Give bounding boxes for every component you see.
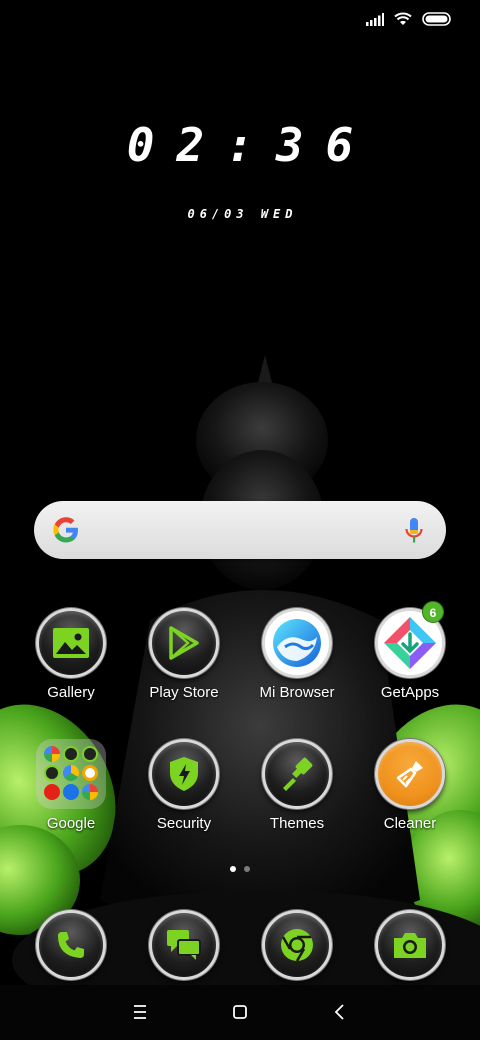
microphone-icon[interactable] xyxy=(404,517,424,545)
page-dot xyxy=(244,866,250,872)
wifi-icon xyxy=(394,12,412,25)
meet-icon xyxy=(63,784,79,800)
app-label: GetApps xyxy=(380,684,440,701)
camera-icon xyxy=(375,910,445,980)
app-play-store[interactable]: Play Store xyxy=(129,608,239,701)
app-label: Google xyxy=(46,815,96,832)
app-cleaner[interactable]: Cleaner xyxy=(355,739,465,832)
getapps-icon: 6 xyxy=(375,601,445,678)
gallery-icon xyxy=(36,608,106,678)
app-label: Themes xyxy=(269,815,325,832)
app-mi-browser[interactable]: Mi Browser xyxy=(242,608,352,701)
mi-browser-icon xyxy=(262,608,332,678)
google-logo-icon xyxy=(53,517,78,543)
google-app-icon xyxy=(44,746,60,762)
messages-icon xyxy=(149,910,219,980)
page-indicator xyxy=(0,866,480,872)
clock-time[interactable]: 02:36 xyxy=(0,118,480,172)
signal-icon xyxy=(366,12,384,26)
chrome-icon xyxy=(262,910,332,980)
page-dot-active xyxy=(230,866,236,872)
security-icon xyxy=(149,739,219,809)
cleaner-icon xyxy=(375,739,445,809)
themes-icon xyxy=(262,739,332,809)
back-icon[interactable] xyxy=(327,1000,353,1024)
app-getapps[interactable]: 6 GetApps xyxy=(355,601,465,701)
app-security[interactable]: Security xyxy=(129,739,239,832)
app-themes[interactable]: Themes xyxy=(242,739,352,832)
dock-camera[interactable] xyxy=(355,910,465,980)
dock-chrome[interactable] xyxy=(242,910,352,980)
play-store-icon xyxy=(149,608,219,678)
status-bar xyxy=(0,0,480,44)
navigation-bar xyxy=(0,990,480,1034)
drive-icon xyxy=(63,765,79,781)
dock-phone[interactable] xyxy=(16,910,126,980)
home-icon[interactable] xyxy=(227,1000,253,1024)
notification-badge: 6 xyxy=(422,601,444,623)
play-movies-icon xyxy=(82,765,98,781)
menu-icon[interactable] xyxy=(127,1000,153,1024)
phone-icon xyxy=(36,910,106,980)
app-label: Security xyxy=(156,815,212,832)
maps-icon xyxy=(82,746,98,762)
clock-date[interactable]: 06/03 WED xyxy=(0,207,480,221)
duo-icon xyxy=(44,765,60,781)
app-label: Cleaner xyxy=(383,815,437,832)
app-folder-google[interactable]: Google xyxy=(16,739,126,832)
google-search-bar[interactable] xyxy=(34,501,446,559)
youtube-icon xyxy=(44,784,60,800)
app-label: Play Store xyxy=(149,684,219,701)
app-label: Gallery xyxy=(47,684,95,701)
app-gallery[interactable]: Gallery xyxy=(16,608,126,701)
dock-messages[interactable] xyxy=(129,910,239,980)
app-label: Mi Browser xyxy=(259,684,335,701)
gmail-icon xyxy=(63,746,79,762)
google-folder-icon xyxy=(36,739,106,809)
photos-icon xyxy=(82,784,98,800)
battery-icon xyxy=(422,12,451,26)
